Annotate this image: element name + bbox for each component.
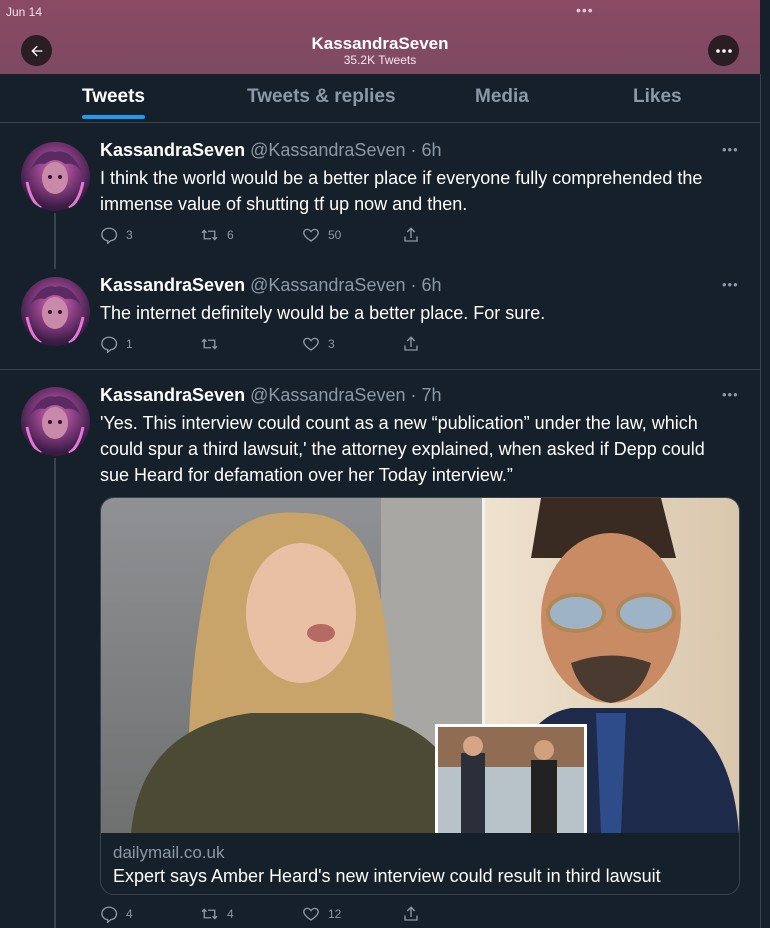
tweet-author: KassandraSeven @KassandraSeven · 6h bbox=[100, 140, 442, 161]
like-icon bbox=[303, 337, 319, 351]
like-count: 3 bbox=[328, 337, 335, 351]
tab-tweets-replies[interactable]: Tweets & replies bbox=[247, 86, 396, 108]
handle-time: @KassandraSeven · 7h bbox=[250, 385, 442, 405]
tweet-actions: 4 4 12 bbox=[100, 905, 430, 925]
retweet-icon bbox=[201, 338, 218, 350]
tab-likes[interactable]: Likes bbox=[633, 86, 682, 108]
status-date: Jun 14 bbox=[6, 5, 43, 19]
multitask-dots-icon[interactable]: ••• bbox=[576, 2, 594, 18]
retweet-count: 6 bbox=[227, 228, 234, 242]
display-name[interactable]: KassandraSeven bbox=[100, 275, 245, 295]
avatar[interactable] bbox=[21, 277, 90, 346]
like-count: 12 bbox=[328, 907, 342, 921]
tweet-more-icon[interactable]: ••• bbox=[722, 277, 739, 292]
tweet-count: 35.2K Tweets bbox=[343, 53, 417, 67]
tab-tweets[interactable]: Tweets bbox=[82, 86, 145, 108]
retweet-count: 4 bbox=[227, 907, 234, 921]
retweet-button[interactable]: 4 bbox=[200, 905, 234, 923]
profile-header: Jun 14 ••• KassandraSeven 35.2K Tweets bbox=[0, 0, 760, 74]
handle-time: @KassandraSeven · 6h bbox=[250, 275, 442, 295]
active-tab-indicator bbox=[82, 115, 145, 119]
like-button[interactable]: 3 bbox=[302, 335, 335, 353]
reply-button[interactable]: 4 bbox=[100, 905, 133, 923]
profile-tabs: Tweets Tweets & replies Media Likes bbox=[0, 74, 760, 123]
reply-button[interactable]: 1 bbox=[100, 335, 133, 353]
link-card-domain: dailymail.co.uk bbox=[113, 843, 225, 862]
like-button[interactable]: 12 bbox=[302, 905, 341, 923]
share-icon bbox=[404, 906, 418, 921]
reply-button[interactable]: 3 bbox=[100, 226, 133, 244]
tweet-text: The internet definitely would be a bette… bbox=[100, 303, 546, 323]
avatar-art bbox=[25, 286, 85, 345]
avatar[interactable] bbox=[21, 142, 90, 211]
reply-icon bbox=[101, 906, 118, 923]
like-icon bbox=[303, 907, 319, 921]
link-card-image bbox=[101, 498, 739, 833]
link-card-title: Expert says Amber Heard's new interview … bbox=[113, 866, 661, 886]
handle-time: @KassandraSeven · 6h bbox=[250, 140, 442, 160]
share-icon bbox=[404, 227, 418, 242]
avatar-art bbox=[25, 151, 85, 210]
tweet-author: KassandraSeven @KassandraSeven · 7h bbox=[100, 385, 442, 406]
tweet-author: KassandraSeven @KassandraSeven · 6h bbox=[100, 275, 442, 296]
retweet-button[interactable] bbox=[200, 335, 227, 353]
reply-count: 1 bbox=[126, 337, 133, 351]
like-count: 50 bbox=[328, 228, 342, 242]
retweet-button[interactable]: 6 bbox=[200, 226, 234, 244]
share-button[interactable] bbox=[402, 335, 420, 353]
tweet-actions: 3 6 50 bbox=[100, 226, 430, 246]
more-icon bbox=[715, 48, 732, 53]
share-button[interactable] bbox=[402, 905, 420, 923]
avatar[interactable] bbox=[21, 387, 90, 456]
tweet-more-icon[interactable]: ••• bbox=[722, 142, 739, 157]
like-button[interactable]: 50 bbox=[302, 226, 341, 244]
avatar-art bbox=[25, 396, 85, 455]
reply-icon bbox=[101, 336, 118, 353]
more-button[interactable] bbox=[708, 35, 739, 66]
tweet[interactable]: KassandraSeven @KassandraSeven · 6h ••• … bbox=[0, 122, 760, 252]
reply-icon bbox=[101, 227, 118, 244]
display-name[interactable]: KassandraSeven bbox=[100, 140, 245, 160]
share-icon bbox=[404, 336, 418, 351]
link-card[interactable]: dailymail.co.uk Expert says Amber Heard'… bbox=[100, 497, 740, 895]
reply-count: 4 bbox=[126, 907, 133, 921]
display-name[interactable]: KassandraSeven bbox=[100, 385, 245, 405]
share-button[interactable] bbox=[402, 226, 420, 244]
tweet-actions: 1 3 bbox=[100, 335, 430, 355]
like-icon bbox=[303, 228, 319, 242]
tweet-text: I think the world would be a better plac… bbox=[100, 168, 703, 214]
reply-count: 3 bbox=[126, 228, 133, 242]
retweet-icon bbox=[201, 908, 218, 920]
tweet-more-icon[interactable]: ••• bbox=[722, 387, 739, 402]
tab-media[interactable]: Media bbox=[475, 86, 529, 108]
profile-name: KassandraSeven bbox=[311, 34, 449, 53]
tweet[interactable]: KassandraSeven @KassandraSeven · 6h ••• … bbox=[0, 257, 760, 369]
retweet-icon bbox=[201, 229, 218, 241]
column-divider bbox=[760, 74, 761, 928]
tweet-text: 'Yes. This interview could count as a ne… bbox=[100, 413, 705, 485]
